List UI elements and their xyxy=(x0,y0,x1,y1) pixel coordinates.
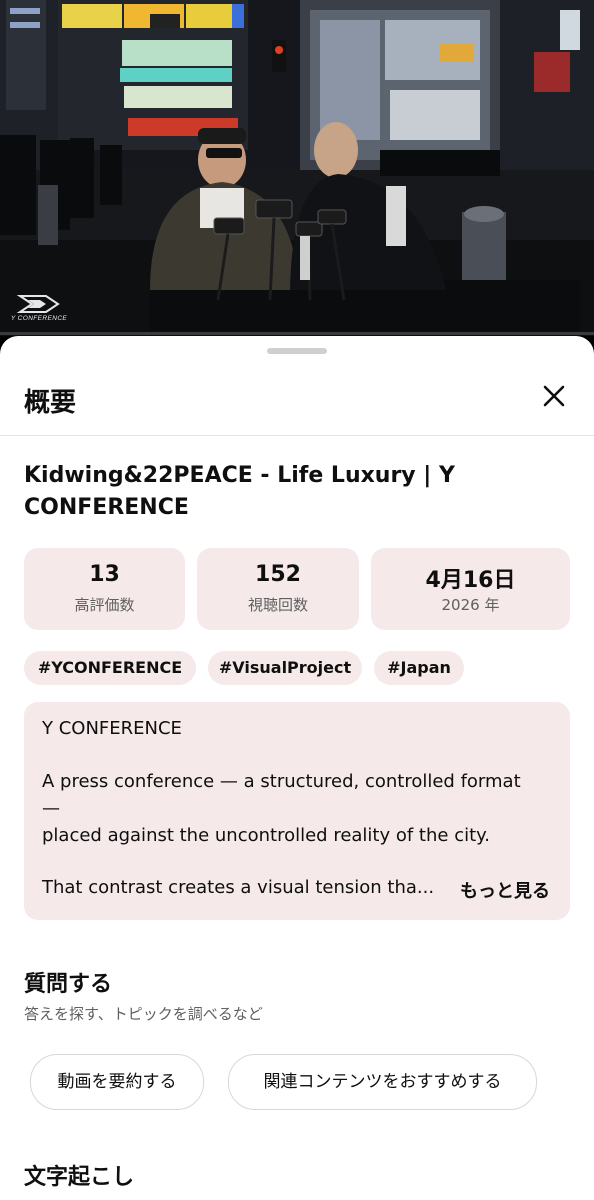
sheet-title: 概要 xyxy=(24,388,77,418)
channel-logo: Y CONFERENCE xyxy=(6,292,72,328)
ask-section-subtitle: 答えを探す、トピックを調べるなど xyxy=(24,1005,263,1023)
views-stat: 152 視聴回数 xyxy=(197,548,359,630)
description-line: Y CONFERENCE xyxy=(42,718,182,739)
channel-logo-text: Y CONFERENCE xyxy=(10,315,68,322)
likes-stat: 13 高評価数 xyxy=(24,548,185,630)
summarize-video-button[interactable]: 動画を要約する xyxy=(30,1054,204,1110)
hashtag-chip[interactable]: #Japan xyxy=(374,651,464,685)
video-title: Kidwing&22PEACE - Life Luxury | Y CONFER… xyxy=(24,463,455,520)
transcript-section-title: 文字起こし xyxy=(24,1165,135,1190)
views-label: 視聴回数 xyxy=(247,596,308,614)
video-frame xyxy=(0,0,594,336)
upload-date: 4月16日 xyxy=(425,568,516,593)
hashtag-chip[interactable]: #YCONFERENCE xyxy=(24,651,196,685)
recommend-related-button[interactable]: 関連コンテンツをおすすめする xyxy=(228,1054,537,1110)
show-more-link[interactable]: もっと見る xyxy=(460,877,550,903)
sheet-header: 概要 xyxy=(0,362,594,436)
upload-year: 2026 年 xyxy=(441,596,500,614)
close-icon xyxy=(543,385,565,407)
stats-row: 13 高評価数 152 視聴回数 4月16日 2026 年 xyxy=(24,548,570,630)
likes-count: 13 xyxy=(89,562,120,587)
description-sheet: 概要 Kidwing&22PEACE - Life Luxury | Y CON… xyxy=(0,336,594,1200)
description-line: A press conference — a structured, contr… xyxy=(42,771,521,792)
description-box[interactable]: Y CONFERENCE A press conference — a stru… xyxy=(24,702,570,920)
drag-handle[interactable] xyxy=(267,348,327,354)
video-player[interactable]: Y CONFERENCE xyxy=(0,0,594,336)
views-count: 152 xyxy=(255,562,301,587)
date-stat: 4月16日 2026 年 xyxy=(371,548,570,630)
likes-label: 高評価数 xyxy=(74,596,135,614)
description-line: — xyxy=(42,798,60,819)
ask-section-title: 質問する xyxy=(24,972,113,997)
close-button[interactable] xyxy=(536,378,572,414)
description-line: placed against the uncontrolled reality … xyxy=(42,825,490,846)
hashtag-chip[interactable]: #VisualProject xyxy=(208,651,362,685)
description-line: That contrast creates a visual tension t… xyxy=(42,877,435,898)
